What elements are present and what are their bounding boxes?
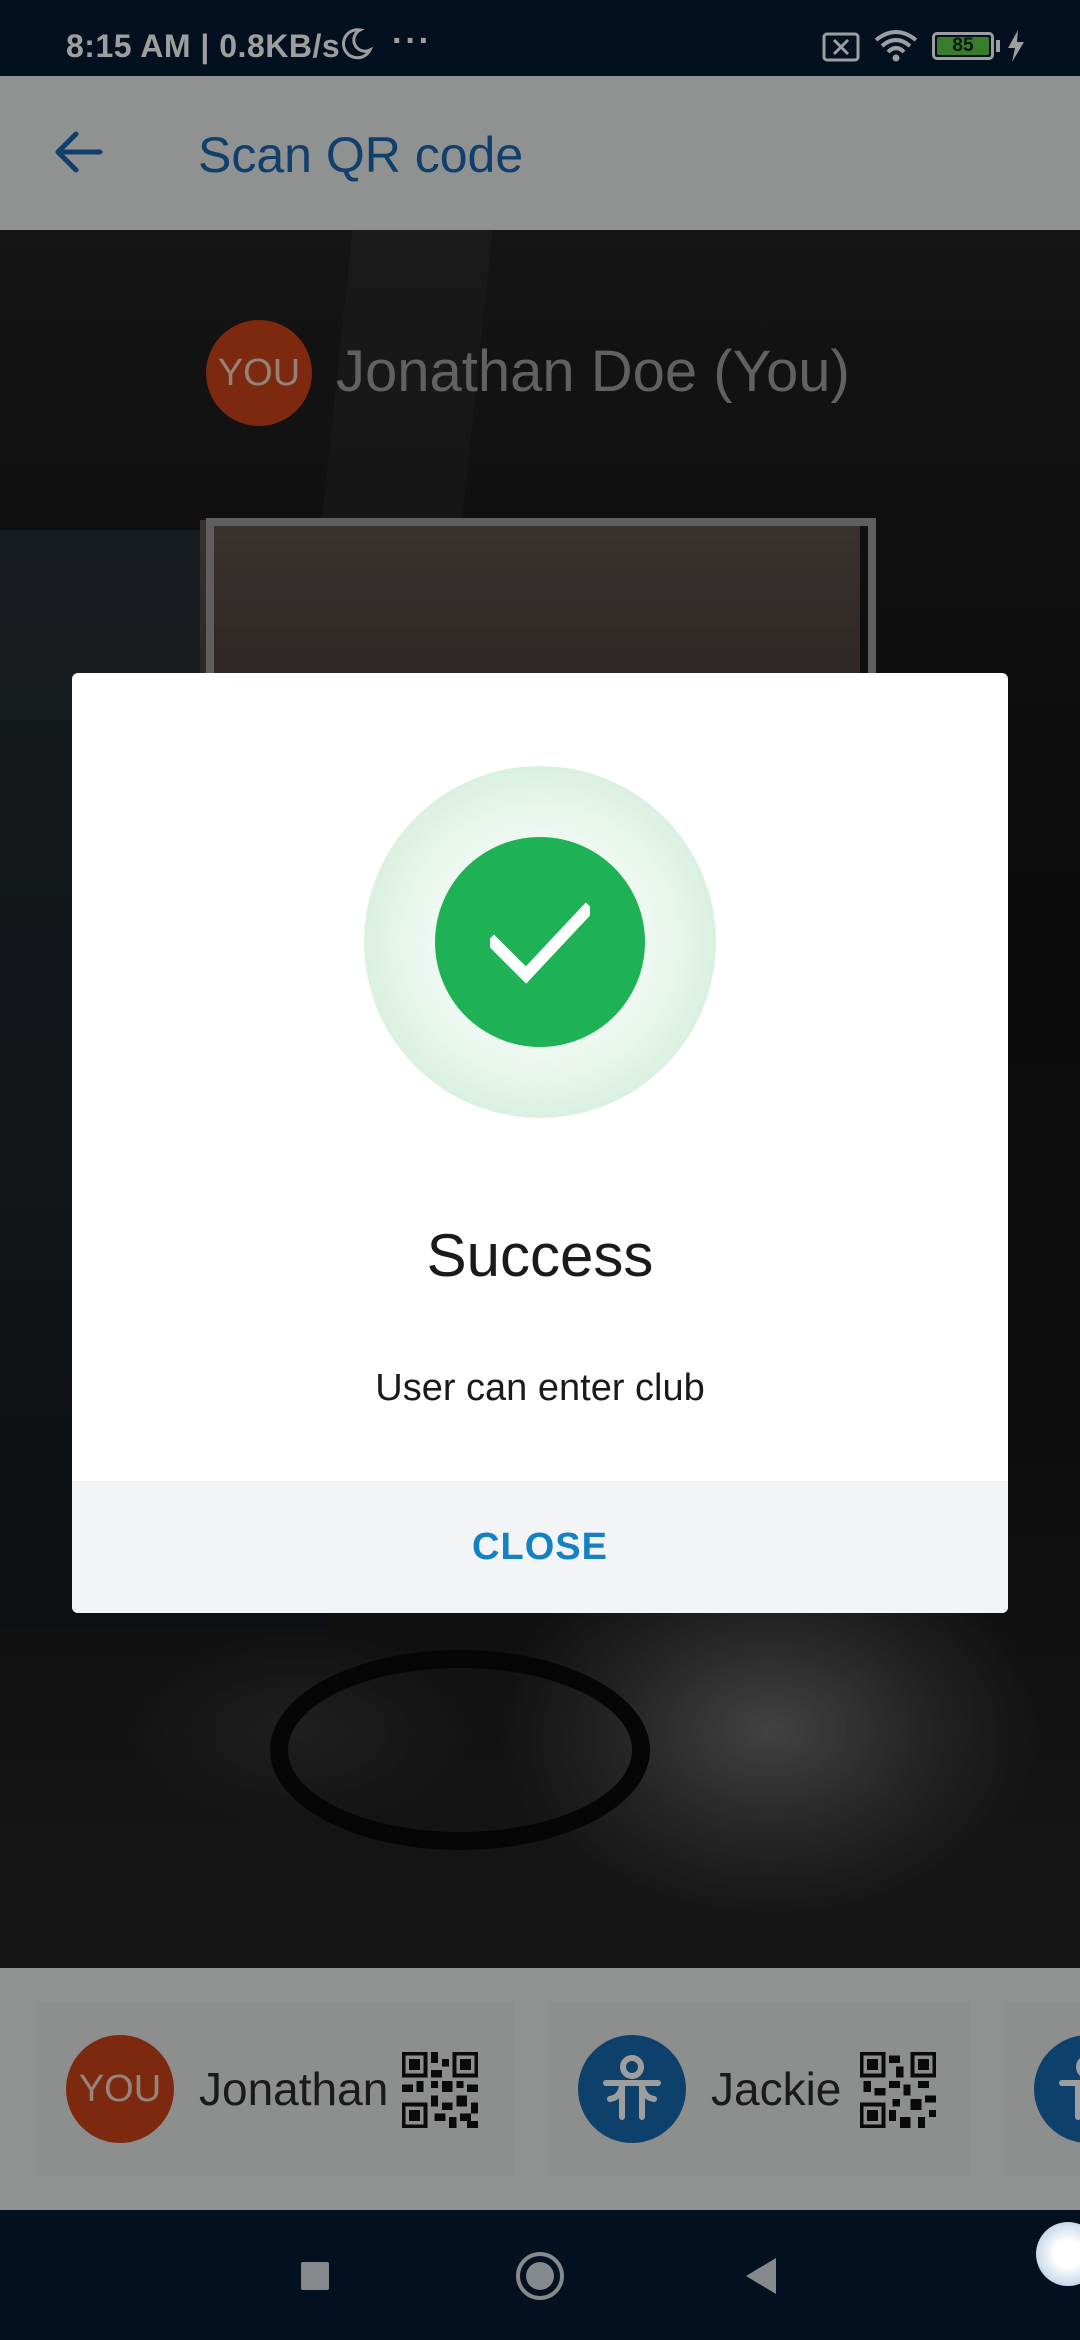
dialog-title: Success — [426, 1222, 654, 1289]
dialog-footer: CLOSE — [72, 1481, 1008, 1613]
close-button[interactable]: CLOSE — [72, 1481, 1008, 1613]
success-dialog: Success User can enter club CLOSE — [72, 673, 1008, 1613]
check-circle-icon — [435, 837, 645, 1047]
dialog-message: User can enter club — [375, 1367, 705, 1409]
